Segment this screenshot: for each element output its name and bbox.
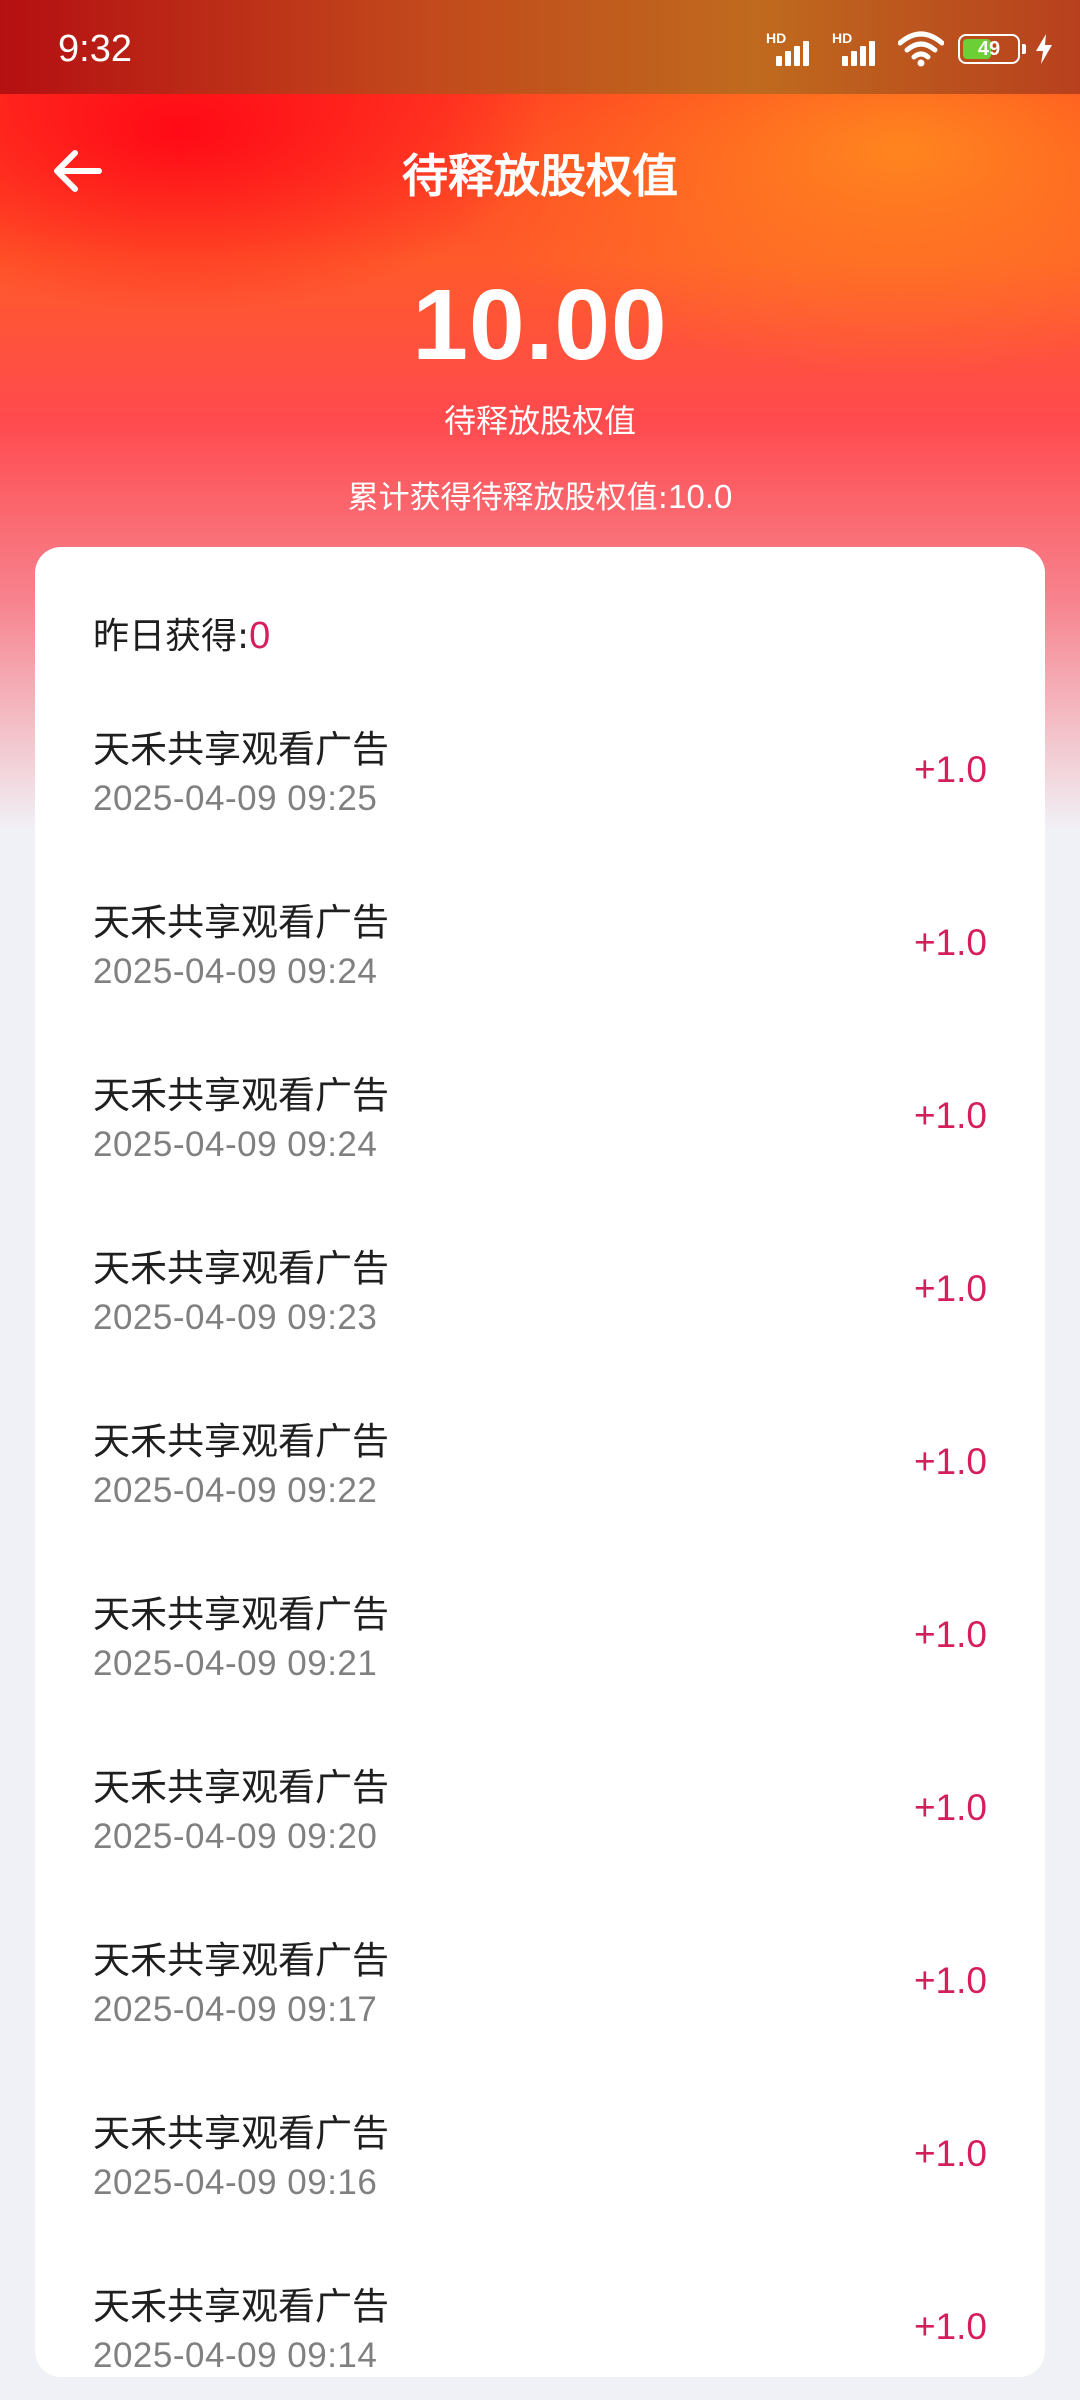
record-title: 天禾共享观看广告: [93, 2112, 389, 2155]
signal-icon: HD: [766, 30, 818, 68]
total-earned-value: 10.0: [668, 478, 733, 515]
battery-icon: 49: [958, 34, 1026, 64]
list-item: 天禾共享观看广告 2025-04-09 09:14 +1.0: [35, 2276, 1045, 2377]
charging-icon: [1036, 34, 1052, 64]
list-item: 天禾共享观看广告 2025-04-09 09:24 +1.0: [35, 892, 1045, 1065]
record-amount: +1.0: [913, 1268, 987, 1309]
record-title: 天禾共享观看广告: [93, 1766, 389, 1809]
total-earned-line: 累计获得待释放股权值:10.0: [0, 472, 1080, 517]
yesterday-label: 昨日获得:: [93, 616, 250, 657]
record-time: 2025-04-09 09:24: [93, 952, 378, 991]
list-item: 天禾共享观看广告 2025-04-09 09:22 +1.0: [35, 1411, 1045, 1584]
record-time: 2025-04-09 09:17: [93, 1990, 378, 2029]
record-title: 天禾共享观看广告: [93, 1939, 389, 1982]
record-list: 天禾共享观看广告 2025-04-09 09:25 +1.0 天禾共享观看广告 …: [35, 719, 1045, 2377]
record-time: 2025-04-09 09:23: [93, 1298, 378, 1337]
list-item: 天禾共享观看广告 2025-04-09 09:23 +1.0: [35, 1238, 1045, 1411]
list-item: 天禾共享观看广告 2025-04-09 09:17 +1.0: [35, 1930, 1045, 2103]
record-time: 2025-04-09 09:22: [93, 1471, 378, 1510]
yesterday-value: 0: [249, 615, 271, 657]
status-bar: 9:32 HD HD 49: [0, 0, 1080, 94]
record-amount: +1.0: [913, 1441, 987, 1482]
record-title: 天禾共享观看广告: [93, 1420, 389, 1463]
wifi-icon: [898, 31, 944, 67]
record-amount: +1.0: [913, 1787, 987, 1828]
status-icons: HD HD 49: [766, 30, 1054, 68]
record-title: 天禾共享观看广告: [93, 2285, 389, 2328]
record-amount: +1.0: [913, 749, 987, 790]
record-time: 2025-04-09 09:14: [93, 2336, 378, 2375]
list-item: 天禾共享观看广告 2025-04-09 09:25 +1.0: [35, 719, 1045, 892]
pending-equity-label: 待释放股权值: [443, 402, 636, 440]
record-title: 天禾共享观看广告: [93, 1593, 389, 1636]
record-title: 天禾共享观看广告: [93, 728, 389, 771]
record-amount: +1.0: [913, 2133, 987, 2174]
record-title: 天禾共享观看广告: [93, 901, 389, 944]
records-card: 昨日获得:0 天禾共享观看广告 2025-04-09 09:25 +1.0 天禾…: [35, 547, 1045, 2377]
total-earned-label: 累计获得待释放股权值:: [347, 480, 669, 516]
record-time: 2025-04-09 09:16: [93, 2163, 378, 2202]
record-title: 天禾共享观看广告: [93, 1074, 389, 1117]
record-time: 2025-04-09 09:20: [93, 1817, 378, 1856]
record-title: 天禾共享观看广告: [93, 1247, 389, 1290]
list-item: 天禾共享观看广告 2025-04-09 09:24 +1.0: [35, 1065, 1045, 1238]
status-time: 9:32: [58, 28, 132, 70]
page-title: 待释放股权值: [402, 149, 678, 203]
signal-icon: HD: [832, 30, 884, 68]
record-amount: +1.0: [913, 1960, 987, 2001]
yesterday-earned: 昨日获得:0: [93, 607, 270, 659]
record-amount: +1.0: [913, 1614, 987, 1655]
record-time: 2025-04-09 09:21: [93, 1644, 378, 1683]
list-item: 天禾共享观看广告 2025-04-09 09:20 +1.0: [35, 1757, 1045, 1930]
record-amount: +1.0: [913, 922, 987, 963]
record-time: 2025-04-09 09:24: [93, 1125, 378, 1164]
record-amount: +1.0: [913, 2306, 987, 2347]
record-time: 2025-04-09 09:25: [93, 779, 378, 818]
list-item: 天禾共享观看广告 2025-04-09 09:21 +1.0: [35, 1584, 1045, 1757]
record-amount: +1.0: [913, 1095, 987, 1136]
list-item: 天禾共享观看广告 2025-04-09 09:16 +1.0: [35, 2103, 1045, 2276]
pending-equity-amount: 10.00: [412, 269, 668, 381]
battery-level: 49: [977, 37, 1001, 60]
